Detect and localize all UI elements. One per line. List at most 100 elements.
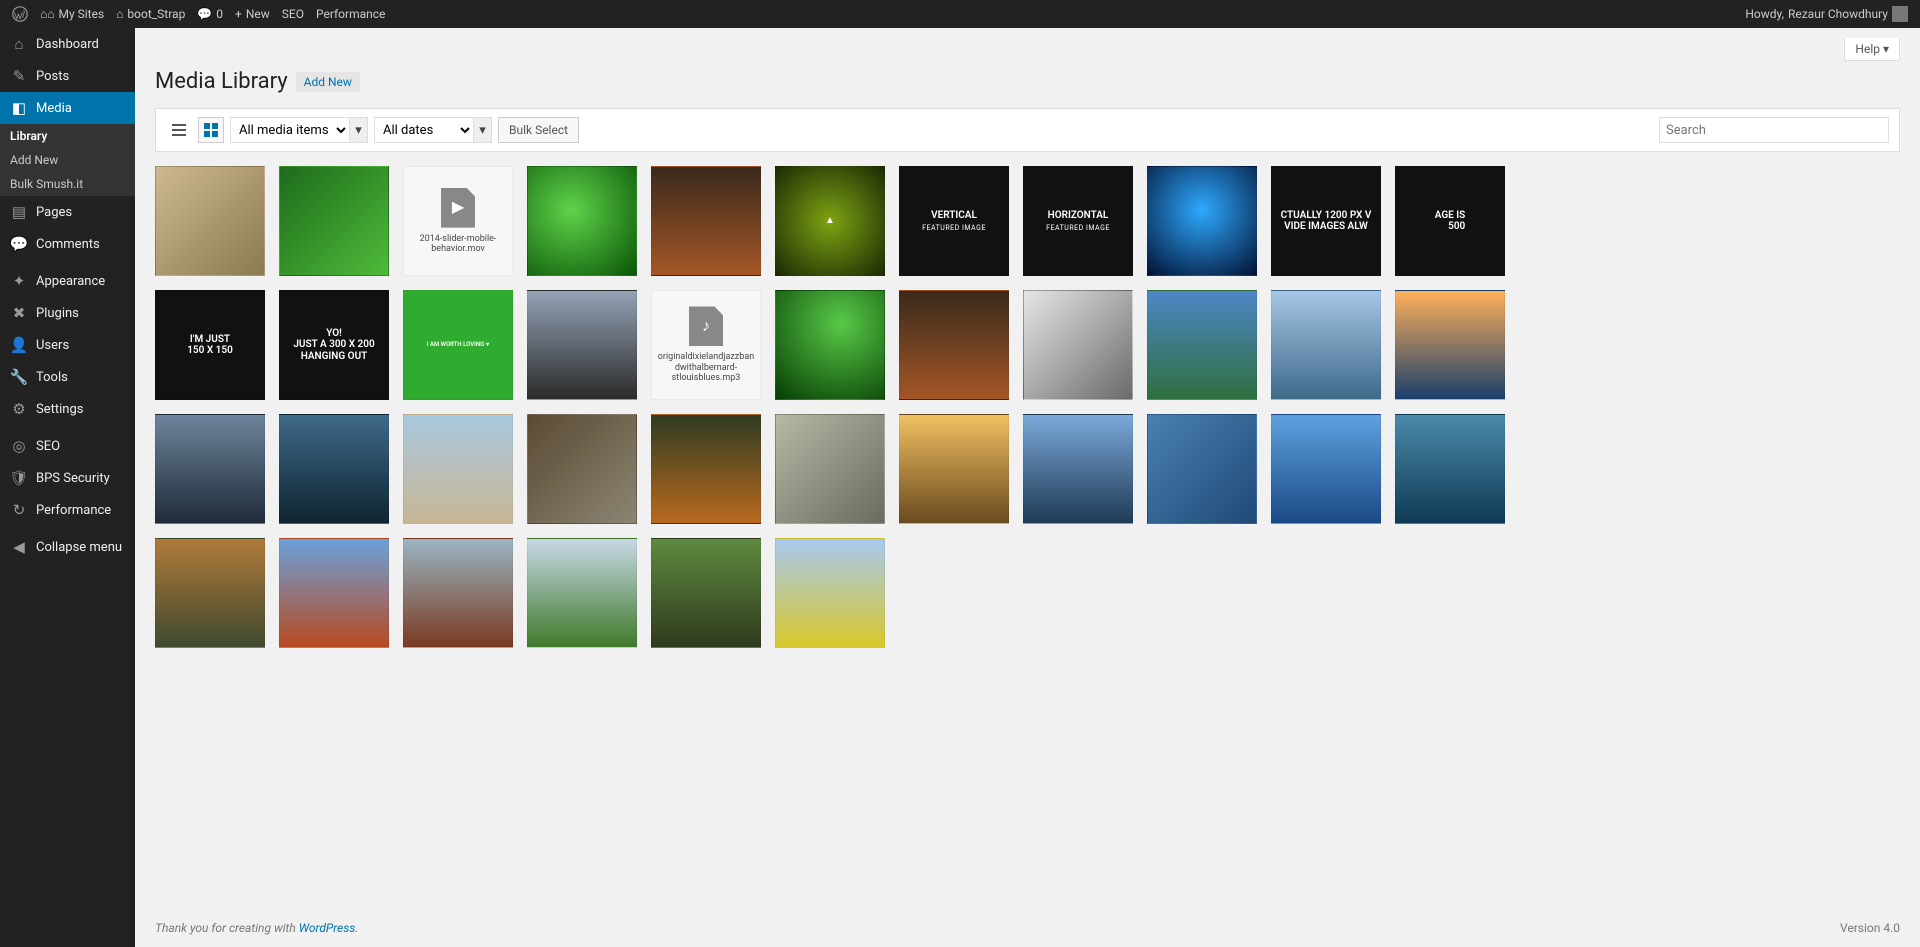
sidebar-item-label: Pages bbox=[36, 205, 72, 220]
appearance-icon: ✦ bbox=[10, 272, 28, 290]
sidebar-subitem[interactable]: Add New bbox=[0, 148, 135, 172]
admin-toolbar: ⌂⌂My Sites ⌂boot_Strap 💬0 +New SEO Perfo… bbox=[0, 0, 1920, 28]
media-item-harbour-bridge[interactable] bbox=[1023, 414, 1133, 524]
sidebar-subitem[interactable]: Bulk Smush.it bbox=[0, 172, 135, 196]
footer-thanks: Thank you for creating with WordPress. bbox=[155, 921, 358, 935]
wp-footer: Thank you for creating with WordPress. V… bbox=[135, 909, 1920, 947]
media-item-red-crane-pier[interactable] bbox=[403, 538, 513, 648]
media-item-glasses-on-letter[interactable] bbox=[155, 166, 265, 276]
sidebar-item-seo[interactable]: ◎ SEO bbox=[0, 430, 135, 462]
media-item-autumn-trees[interactable] bbox=[155, 538, 265, 648]
page-title: Media Library Add New bbox=[155, 61, 1900, 108]
media-item-sea-cliff[interactable] bbox=[279, 414, 389, 524]
sidebar-item-plugins[interactable]: ✖Plugins bbox=[0, 297, 135, 329]
audio-file-icon: ♪ bbox=[689, 306, 723, 346]
media-item-bw-photo[interactable] bbox=[1023, 290, 1133, 400]
sidebar-item-tools[interactable]: 🔧Tools bbox=[0, 361, 135, 393]
media-item-leaf-droplets-1[interactable] bbox=[527, 166, 637, 276]
my-sites-menu[interactable]: ⌂⌂My Sites bbox=[34, 0, 110, 28]
media-item-horizontal-featured[interactable]: HORIZONTALFEATURED IMAGE bbox=[1023, 166, 1133, 276]
sidebar-item-collapse[interactable]: ◀Collapse menu bbox=[0, 531, 135, 563]
sidebar-item-label: Comments bbox=[36, 237, 100, 252]
wordpress-link[interactable]: WordPress bbox=[299, 921, 356, 935]
seo-icon: ◎ bbox=[10, 437, 28, 455]
media-item-rock-arch[interactable] bbox=[1271, 290, 1381, 400]
media-item-age-500[interactable]: AGE IS 500 bbox=[1395, 166, 1505, 276]
my-account-menu[interactable]: Howdy, Rezaur Chowdhury bbox=[1739, 0, 1914, 28]
add-new-button[interactable]: Add New bbox=[296, 72, 360, 92]
sidebar-item-label: Tools bbox=[36, 370, 68, 385]
grid-view-button[interactable] bbox=[198, 117, 224, 143]
sidebar-subitem[interactable]: Library bbox=[0, 124, 135, 148]
media-item-rusted-metal-2[interactable] bbox=[899, 290, 1009, 400]
media-item-yellow-field[interactable] bbox=[775, 538, 885, 648]
sidebar-item-media[interactable]: ◧Media bbox=[0, 92, 135, 124]
sidebar-item-label: Plugins bbox=[36, 306, 79, 321]
sidebar-item-label: SEO bbox=[36, 439, 60, 454]
media-item-pier-water[interactable] bbox=[1395, 414, 1505, 524]
media-item-fern[interactable] bbox=[279, 166, 389, 276]
help-tab[interactable]: Help ▾ bbox=[1844, 38, 1900, 61]
filter-type-select[interactable]: All media items▾ bbox=[230, 117, 368, 143]
media-item-150x150[interactable]: I'M JUST 150 X 150 bbox=[155, 290, 265, 400]
media-item-leaf-droplets-2[interactable] bbox=[775, 290, 885, 400]
media-item-coastline[interactable] bbox=[403, 414, 513, 524]
media-item-300x200[interactable]: YO! JUST A 300 X 200 HANGING OUT bbox=[279, 290, 389, 400]
seo-menu[interactable]: SEO bbox=[276, 0, 310, 28]
media-item-beach-sunset[interactable] bbox=[1395, 290, 1505, 400]
media-icon: ◧ bbox=[10, 99, 28, 117]
media-item-golden-gate[interactable] bbox=[279, 538, 389, 648]
media-item-windmill-dusk[interactable] bbox=[155, 414, 265, 524]
media-item-rain-puddle[interactable] bbox=[1147, 414, 1257, 524]
avatar bbox=[1892, 6, 1908, 22]
sidebar-item-settings[interactable]: ⚙ Settings bbox=[0, 393, 135, 425]
sidebar-item-perf[interactable]: ↻Performance bbox=[0, 494, 135, 526]
filter-date-select[interactable]: All dates▾ bbox=[374, 117, 492, 143]
sidebar-item-posts[interactable]: ✎Posts bbox=[0, 60, 135, 92]
sidebar-item-label: Posts bbox=[36, 69, 69, 84]
sidebar-item-appearance[interactable]: ✦ Appearance bbox=[0, 265, 135, 297]
media-item-orange-lily[interactable] bbox=[651, 414, 761, 524]
media-item-city-street[interactable] bbox=[527, 290, 637, 400]
sidebar-item-bps[interactable]: 🛡BPS Security bbox=[0, 462, 135, 494]
plus-icon: + bbox=[235, 7, 242, 21]
media-item-worth-loving[interactable]: I AM WORTH LOVING ♥ bbox=[403, 290, 513, 400]
media-item-rusted-metal[interactable] bbox=[651, 166, 761, 276]
media-item-railroad-macro[interactable] bbox=[527, 414, 637, 524]
list-view-button[interactable] bbox=[166, 117, 192, 143]
network-icon: ⌂⌂ bbox=[40, 7, 55, 21]
sidebar-item-comments[interactable]: 💬Comments bbox=[0, 228, 135, 260]
media-item-spider-web[interactable] bbox=[775, 414, 885, 524]
media-item-island-cliff[interactable] bbox=[1147, 290, 1257, 400]
sidebar-item-dashboard[interactable]: ⌂Dashboard bbox=[0, 28, 135, 60]
media-item-golden-sunset[interactable] bbox=[899, 414, 1009, 524]
media-item-crop-rows[interactable] bbox=[651, 538, 761, 648]
sidebar-item-users[interactable]: 👤Users bbox=[0, 329, 135, 361]
sidebar-item-pages[interactable]: ▤Pages bbox=[0, 196, 135, 228]
media-item-tree-plantation[interactable] bbox=[527, 538, 637, 648]
settings-icon: ⚙ bbox=[10, 400, 28, 418]
comments-menu[interactable]: 💬0 bbox=[191, 0, 229, 28]
performance-menu[interactable]: Performance bbox=[310, 0, 391, 28]
media-item-video-file[interactable]: ▶2014-slider-mobile-behavior.mov bbox=[403, 166, 513, 276]
bulk-select-button[interactable]: Bulk Select bbox=[498, 117, 579, 143]
media-item-unicorn-moon[interactable] bbox=[1147, 166, 1257, 276]
users-icon: 👤 bbox=[10, 336, 28, 354]
media-item-triforce[interactable]: ▲ bbox=[775, 166, 885, 276]
chevron-down-icon: ▾ bbox=[474, 117, 492, 143]
perf-icon: ↻ bbox=[10, 501, 28, 519]
footer-version: Version 4.0 bbox=[1840, 921, 1900, 935]
site-name-menu[interactable]: ⌂boot_Strap bbox=[110, 0, 191, 28]
new-content-menu[interactable]: +New bbox=[229, 0, 276, 28]
sidebar-item-label: Settings bbox=[36, 402, 83, 417]
wp-logo-menu[interactable] bbox=[6, 0, 34, 28]
search-input[interactable] bbox=[1659, 117, 1889, 143]
collapse-icon: ◀ bbox=[10, 538, 28, 556]
dashboard-icon: ⌂ bbox=[10, 35, 28, 53]
sidebar-item-label: Appearance bbox=[36, 274, 105, 289]
comment-icon: 💬 bbox=[197, 7, 212, 21]
media-item-vertical-featured[interactable]: VERTICALFEATURED IMAGE bbox=[899, 166, 1009, 276]
media-item-marina-blue[interactable] bbox=[1271, 414, 1381, 524]
media-item-1200px-wide[interactable]: CTUALLY 1200 PX V VIDE IMAGES ALW bbox=[1271, 166, 1381, 276]
media-item-audio-file[interactable]: ♪originaldixielandjazzbandwithalbernard-… bbox=[651, 290, 761, 400]
